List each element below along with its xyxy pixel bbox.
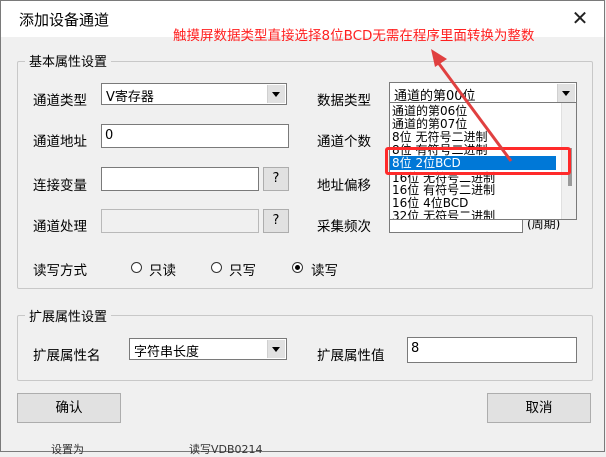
ext-value-label: 扩展属性值 <box>317 348 385 364</box>
ext-name-select[interactable]: 字符串长度 <box>129 338 287 360</box>
ext-group-legend: 扩展属性设置 <box>25 306 112 325</box>
chevron-down-icon[interactable] <box>267 340 285 358</box>
ext-name-value: 字符串长度 <box>134 345 200 360</box>
annotation-arrow <box>431 49 513 162</box>
ext-value-input[interactable]: 8 <box>407 337 577 363</box>
background-row-left: 设置为 <box>51 443 84 456</box>
ext-value-value: 8 <box>411 341 420 356</box>
add-channel-dialog: 添加设备通道 ✕ 触摸屏数据类型直接选择8位BCD无需在程序里面转换为整数 基本… <box>0 0 606 456</box>
background-row-right: 读写VDB0214 <box>189 443 263 456</box>
background-table-row: 设置为 读写VDB0214 <box>1 441 606 456</box>
confirm-button[interactable]: 确认 <box>17 393 121 423</box>
ext-name-label: 扩展属性名 <box>33 348 101 364</box>
cancel-button[interactable]: 取消 <box>487 393 591 423</box>
